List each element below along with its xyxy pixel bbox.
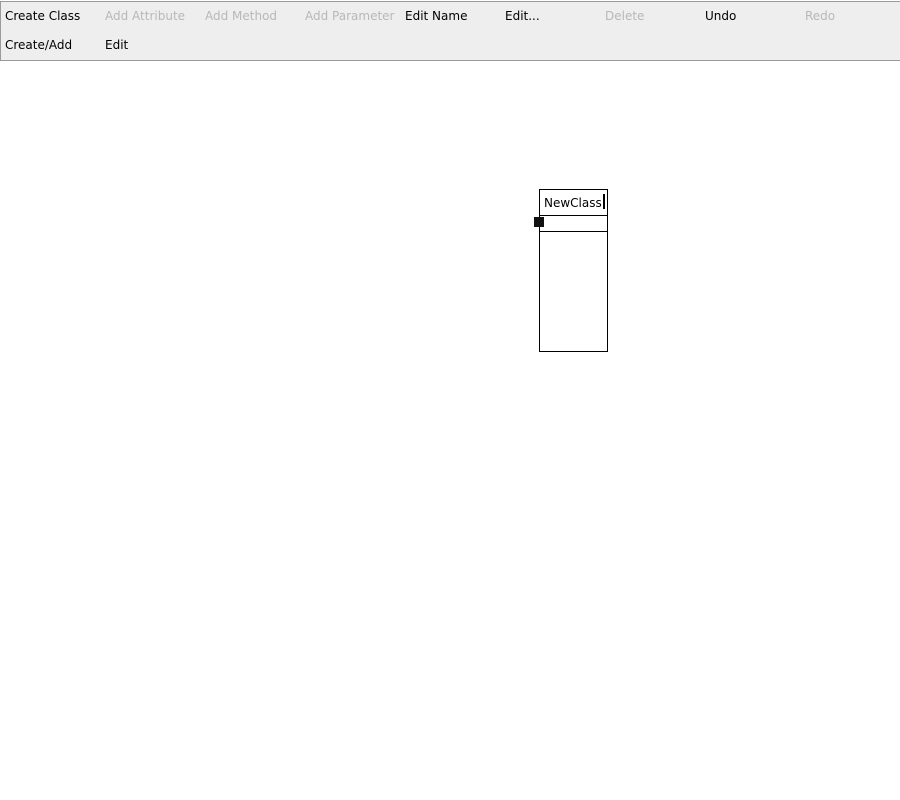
diagram-canvas[interactable]: NewClass xyxy=(0,62,900,800)
redo-button[interactable]: Redo xyxy=(801,2,900,31)
attributes-compartment[interactable] xyxy=(540,216,607,232)
uml-class-box[interactable]: NewClass xyxy=(539,189,608,352)
class-name-text[interactable]: NewClass xyxy=(544,196,602,210)
add-parameter-button[interactable]: Add Parameter xyxy=(301,2,401,31)
toolbar-row-actions: Create Class Add Attribute Add Method Ad… xyxy=(0,1,900,32)
class-name-compartment[interactable]: NewClass xyxy=(540,190,607,216)
create-class-button[interactable]: Create Class xyxy=(1,2,101,31)
edit-button[interactable]: Edit... xyxy=(501,2,601,31)
edit-menu[interactable]: Edit xyxy=(101,31,201,60)
add-method-button[interactable]: Add Method xyxy=(201,2,301,31)
delete-button[interactable]: Delete xyxy=(601,2,701,31)
selection-handle-icon[interactable] xyxy=(534,217,544,227)
create-add-menu[interactable]: Create/Add xyxy=(1,31,101,60)
undo-button[interactable]: Undo xyxy=(701,2,801,31)
toolbar-row-menus: Create/Add Edit xyxy=(0,31,900,61)
text-caret xyxy=(603,194,605,209)
add-attribute-button[interactable]: Add Attribute xyxy=(101,2,201,31)
methods-compartment[interactable] xyxy=(540,232,607,351)
edit-name-button[interactable]: Edit Name xyxy=(401,2,501,31)
